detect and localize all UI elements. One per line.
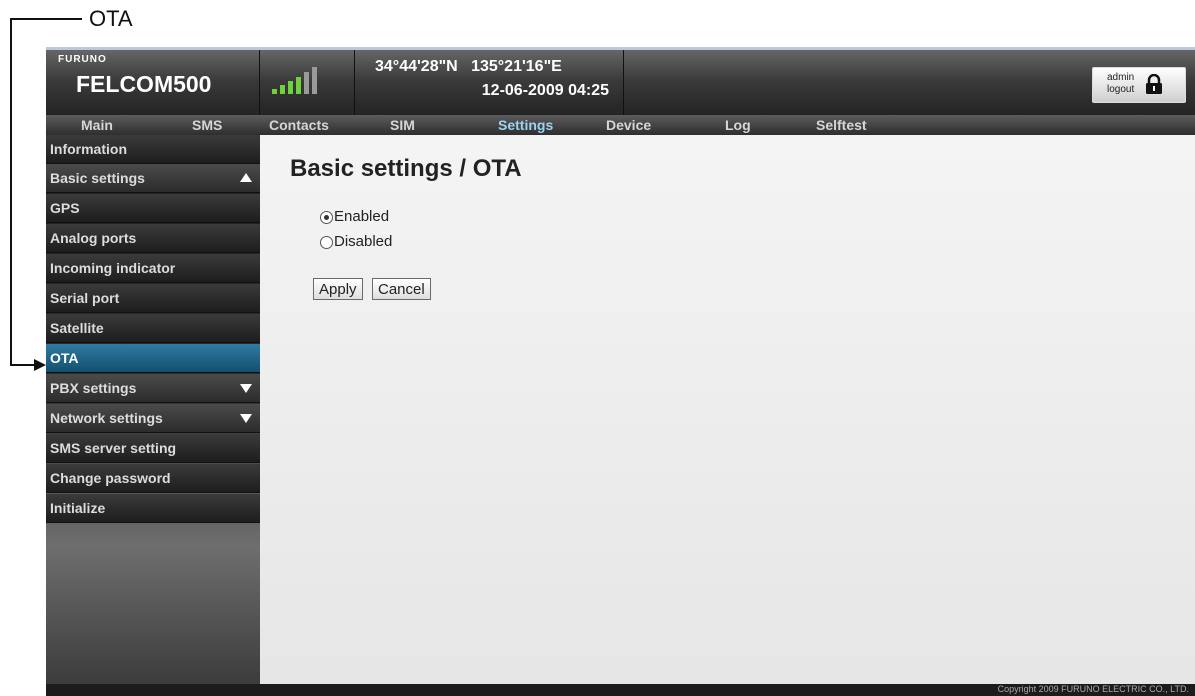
main-content: Basic settings / OTA Enabled Disabled Ap… bbox=[260, 135, 1195, 684]
sidebar-item-label: Change password bbox=[50, 470, 171, 486]
app-window: FURUNO FELCOM500 34°44'28"N 135°21'16"E … bbox=[46, 47, 1195, 696]
apply-button[interactable]: Apply bbox=[313, 278, 363, 300]
sidebar-item-ota[interactable]: OTA bbox=[46, 344, 260, 373]
latitude: 34°44'28"N bbox=[375, 58, 458, 75]
callout-line-vertical bbox=[10, 18, 12, 366]
sidebar-item-change-password[interactable]: Change password bbox=[46, 464, 260, 493]
coordinates: 34°44'28"N 135°21'16"E bbox=[375, 58, 562, 76]
sidebar-item-label: Serial port bbox=[50, 290, 120, 306]
logout-label: logout bbox=[1107, 84, 1135, 95]
footer: Copyright 2009 FURUNO ELECTRIC CO., LTD. bbox=[46, 684, 1195, 696]
radio-label: Disabled bbox=[334, 233, 393, 250]
sidebar-item-label: Network settings bbox=[50, 410, 163, 426]
nav-settings[interactable]: Settings bbox=[498, 117, 553, 133]
callout-line-top bbox=[10, 18, 82, 20]
callout-arrow-icon bbox=[34, 359, 46, 371]
nav-sim[interactable]: SIM bbox=[390, 117, 415, 133]
main-nav: Main SMS Contacts SIM Settings Device Lo… bbox=[46, 115, 1195, 135]
longitude: 135°21'16"E bbox=[471, 58, 562, 75]
sidebar-item-initialize[interactable]: Initialize bbox=[46, 494, 260, 523]
caret-down-icon bbox=[240, 414, 252, 423]
sidebar-item-label: Incoming indicator bbox=[50, 260, 176, 276]
callout-label: OTA bbox=[89, 6, 133, 31]
sidebar-item-basic-settings[interactable]: Basic settings bbox=[46, 164, 260, 193]
sidebar-item-label: PBX settings bbox=[50, 380, 137, 396]
nav-main[interactable]: Main bbox=[81, 117, 113, 133]
sidebar-item-label: OTA bbox=[50, 350, 79, 366]
sidebar-item-label: Initialize bbox=[50, 500, 106, 516]
caret-down-icon bbox=[240, 384, 252, 393]
lock-icon bbox=[1146, 74, 1162, 94]
header-bar: FURUNO FELCOM500 34°44'28"N 135°21'16"E … bbox=[46, 47, 1195, 118]
nav-log[interactable]: Log bbox=[725, 117, 751, 133]
sidebar-item-label: Information bbox=[50, 141, 127, 157]
radio-selected-icon[interactable] bbox=[320, 211, 333, 224]
caret-up-icon bbox=[240, 173, 252, 182]
furuno-logo: FURUNO bbox=[58, 54, 107, 65]
sidebar-item-pbx-settings[interactable]: PBX settings bbox=[46, 374, 260, 403]
device-name: FELCOM500 bbox=[76, 71, 212, 97]
logo-cell: FURUNO FELCOM500 bbox=[46, 50, 260, 118]
sidebar-item-analog-ports[interactable]: Analog ports bbox=[46, 224, 260, 253]
nav-selftest[interactable]: Selftest bbox=[816, 117, 867, 133]
sidebar-item-network-settings[interactable]: Network settings bbox=[46, 404, 260, 433]
nav-device[interactable]: Device bbox=[606, 117, 651, 133]
sidebar-item-satellite[interactable]: Satellite bbox=[46, 314, 260, 343]
sidebar-item-incoming-indicator[interactable]: Incoming indicator bbox=[46, 254, 260, 283]
sidebar-item-gps[interactable]: GPS bbox=[46, 194, 260, 223]
sidebar-item-sms-server-setting[interactable]: SMS server setting bbox=[46, 434, 260, 463]
logout-button[interactable]: admin logout bbox=[1092, 67, 1186, 103]
user-text: admin logout bbox=[1107, 72, 1134, 96]
user-cell: admin logout bbox=[1085, 50, 1195, 118]
sidebar-item-label: GPS bbox=[50, 200, 80, 216]
sidebar-item-label: Analog ports bbox=[50, 230, 137, 246]
datetime: 12-06-2009 04:25 bbox=[481, 82, 609, 99]
sidebar-item-information[interactable]: Information bbox=[46, 135, 260, 164]
cancel-button[interactable]: Cancel bbox=[372, 278, 431, 300]
page-title: Basic settings / OTA bbox=[290, 155, 522, 182]
sidebar: Information Basic settings GPS Analog po… bbox=[46, 135, 260, 684]
sidebar-item-label: Satellite bbox=[50, 320, 104, 336]
sidebar-item-label: Basic settings bbox=[50, 170, 145, 186]
copyright: Copyright 2009 FURUNO ELECTRIC CO., LTD. bbox=[997, 684, 1189, 694]
callout-line-bottom bbox=[10, 364, 36, 366]
sidebar-item-label: SMS server setting bbox=[50, 440, 177, 456]
sidebar-item-serial-port[interactable]: Serial port bbox=[46, 284, 260, 313]
nav-sms[interactable]: SMS bbox=[192, 117, 222, 133]
position-cell: 34°44'28"N 135°21'16"E 12-06-2009 04:25 bbox=[355, 50, 624, 118]
signal-cell bbox=[260, 50, 355, 118]
username: admin bbox=[1107, 72, 1135, 83]
signal-strength-icon bbox=[272, 64, 336, 94]
radio-unselected-icon[interactable] bbox=[320, 236, 333, 249]
radio-label: Enabled bbox=[334, 208, 390, 225]
nav-contacts[interactable]: Contacts bbox=[269, 117, 329, 133]
